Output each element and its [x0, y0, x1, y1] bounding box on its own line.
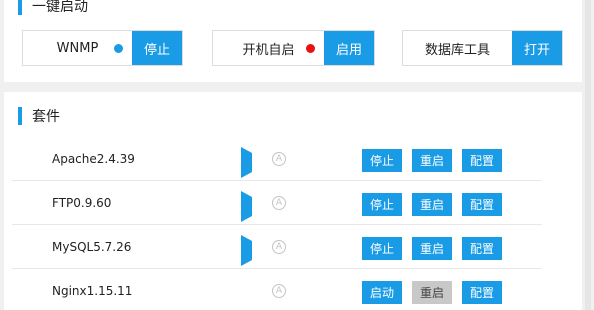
quick-wnmp: WNMP 停止 [22, 30, 183, 66]
status-dot-icon [306, 44, 315, 53]
quick-autostart-label: 开机自启 [242, 42, 295, 58]
quick-autostart-label-box: 开机自启 [213, 31, 324, 65]
service-row-ftp: FTP0.9.60 A 停止 重启 配置 [12, 181, 542, 225]
status-dot-icon [114, 44, 123, 53]
stopped-square-icon[interactable] [241, 285, 253, 297]
db-tool-open-button[interactable]: 打开 [512, 31, 562, 65]
restart-button[interactable]: 重启 [412, 281, 452, 304]
auto-start-icon[interactable]: A [272, 196, 286, 210]
title-accent-bar [18, 107, 22, 125]
service-name: FTP0.9.60 [52, 196, 112, 210]
packages-title-text: 套件 [32, 109, 60, 125]
auto-start-icon[interactable]: A [272, 284, 286, 298]
service-name: MySQL5.7.26 [52, 240, 132, 254]
quick-wnmp-label: WNMP [56, 40, 99, 56]
service-name: Nginx1.15.11 [52, 284, 133, 298]
restart-button[interactable]: 重启 [412, 149, 452, 172]
running-play-icon[interactable] [241, 235, 253, 266]
quick-db-tool: 数据库工具 打开 [402, 30, 563, 66]
service-row-apache: Apache2.4.39 A 停止 重启 配置 [12, 137, 542, 181]
config-button[interactable]: 配置 [462, 237, 502, 260]
service-row-nginx: Nginx1.15.11 A 启动 重启 配置 [12, 269, 542, 310]
scrollbar-thumb[interactable] [585, 0, 591, 310]
quick-start-panel: 一键启动 WNMP 停止 开机自启 启用 数据库工具 打开 [4, 0, 582, 82]
auto-start-icon[interactable]: A [272, 240, 286, 254]
service-name: Apache2.4.39 [52, 152, 135, 166]
config-button[interactable]: 配置 [462, 149, 502, 172]
running-play-icon[interactable] [241, 147, 253, 178]
stop-button[interactable]: 停止 [362, 193, 402, 216]
config-button[interactable]: 配置 [462, 193, 502, 216]
auto-start-icon[interactable]: A [272, 152, 286, 166]
quick-wnmp-label-box: WNMP [23, 31, 132, 65]
quick-db-tool-label-box: 数据库工具 [403, 31, 512, 65]
autostart-enable-button[interactable]: 启用 [324, 31, 374, 65]
restart-button[interactable]: 重启 [412, 193, 452, 216]
wnmp-stop-button[interactable]: 停止 [132, 31, 182, 65]
quick-autostart: 开机自启 启用 [212, 30, 375, 66]
config-button[interactable]: 配置 [462, 281, 502, 304]
quick-start-title-text: 一键启动 [32, 0, 88, 15]
stop-button[interactable]: 停止 [362, 149, 402, 172]
running-play-icon[interactable] [241, 191, 253, 222]
quick-start-title: 一键启动 [18, 0, 88, 16]
packages-panel: 套件 Apache2.4.39 A 停止 重启 配置 FTP0.9.60 A 停… [4, 92, 582, 310]
start-button[interactable]: 启动 [362, 281, 402, 304]
title-accent-bar [18, 0, 22, 15]
stop-button[interactable]: 停止 [362, 237, 402, 260]
vertical-scrollbar[interactable] [582, 0, 594, 310]
quick-db-tool-label: 数据库工具 [424, 42, 490, 58]
packages-title: 套件 [18, 106, 60, 126]
service-row-mysql: MySQL5.7.26 A 停止 重启 配置 [12, 225, 542, 269]
restart-button[interactable]: 重启 [412, 237, 452, 260]
